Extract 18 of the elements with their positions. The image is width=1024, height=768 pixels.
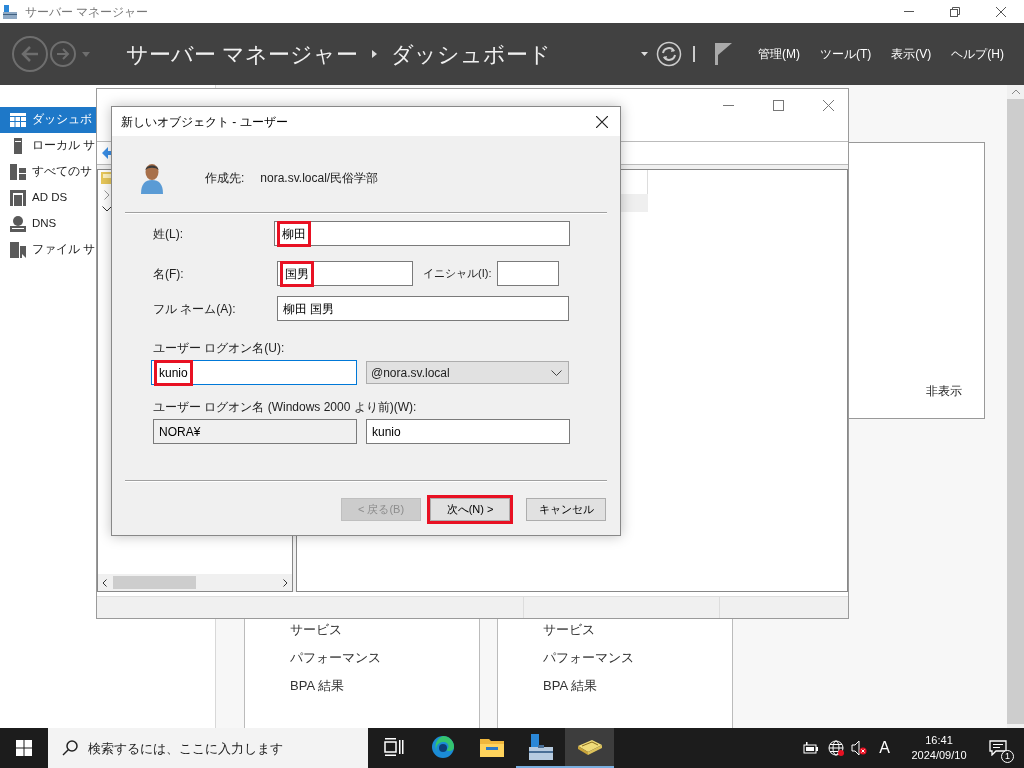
field-label: 名(F): bbox=[153, 265, 185, 283]
field-label: イニシャル(I): bbox=[423, 266, 492, 282]
highlight-box: 国男 bbox=[280, 260, 314, 287]
field-label: フル ネーム(A): bbox=[153, 300, 237, 318]
field-label: ユーザー ログオン名(U): bbox=[153, 341, 286, 355]
field-label: 姓(L): bbox=[153, 225, 184, 243]
time-text: 16:41 bbox=[925, 733, 953, 748]
window-title: サーバー マネージャー bbox=[25, 3, 149, 21]
notification-badge: 1 bbox=[1001, 750, 1014, 763]
date-text: 2024/09/10 bbox=[911, 748, 967, 763]
breadcrumb-item: サーバー マネージャー bbox=[126, 40, 359, 69]
dialog-title: 新しいオブジェクト - ユーザー bbox=[121, 113, 288, 131]
highlight-box: 柳田 bbox=[277, 220, 311, 247]
create-in-label: 作成先: bbox=[205, 170, 245, 187]
breadcrumb-item: ダッシュボード bbox=[391, 40, 552, 69]
field-label: ユーザー ログオン名 (Windows 2000 より前)(W): bbox=[153, 400, 418, 414]
highlight-box: kunio bbox=[154, 359, 193, 386]
create-in-path: nora.sv.local/民俗学部 bbox=[260, 170, 379, 187]
